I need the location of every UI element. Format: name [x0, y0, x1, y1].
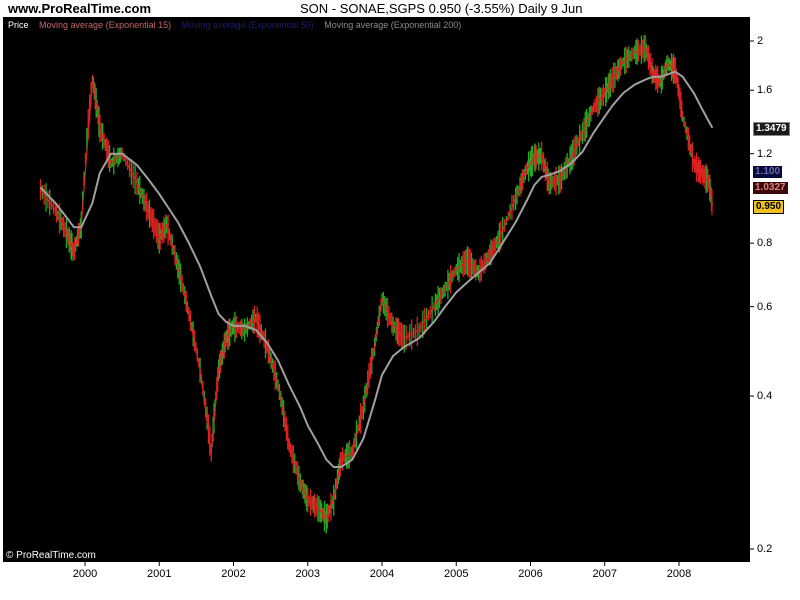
ema200-value-badge: 1.3479	[753, 122, 790, 136]
y-tick-label: 1.2	[757, 147, 773, 160]
price-line	[39, 47, 714, 519]
ema15-value-badge: 1.0327	[753, 182, 788, 194]
x-tick-label: 2002	[221, 568, 246, 580]
x-tick-label: 2003	[295, 568, 320, 580]
x-tick-label: 2001	[147, 568, 172, 580]
y-tick-label: 0.4	[757, 390, 773, 403]
x-tick-label: 2005	[444, 568, 469, 580]
y-tick-label: 2	[757, 35, 764, 47]
price-candles	[39, 34, 713, 534]
x-tick-label: 2006	[518, 568, 543, 580]
x-tick-label: 2008	[666, 568, 692, 580]
price-chart	[39, 34, 754, 566]
y-tick-label: 0.2	[757, 543, 773, 555]
y-tick-label: 0.6	[757, 300, 773, 313]
ema50-value-badge: 1.100	[753, 166, 783, 178]
x-tick-label: 2007	[592, 568, 617, 580]
y-tick-label: 0.8	[757, 237, 773, 250]
ema200-line	[39, 70, 714, 469]
x-tick-label: 2004	[369, 568, 395, 580]
y-tick-label: 1.6	[757, 84, 773, 97]
copyright-text: © ProRealTime.com	[6, 550, 96, 561]
last-price-badge: 0.950	[753, 200, 785, 214]
x-tick-label: 2000	[72, 568, 98, 580]
